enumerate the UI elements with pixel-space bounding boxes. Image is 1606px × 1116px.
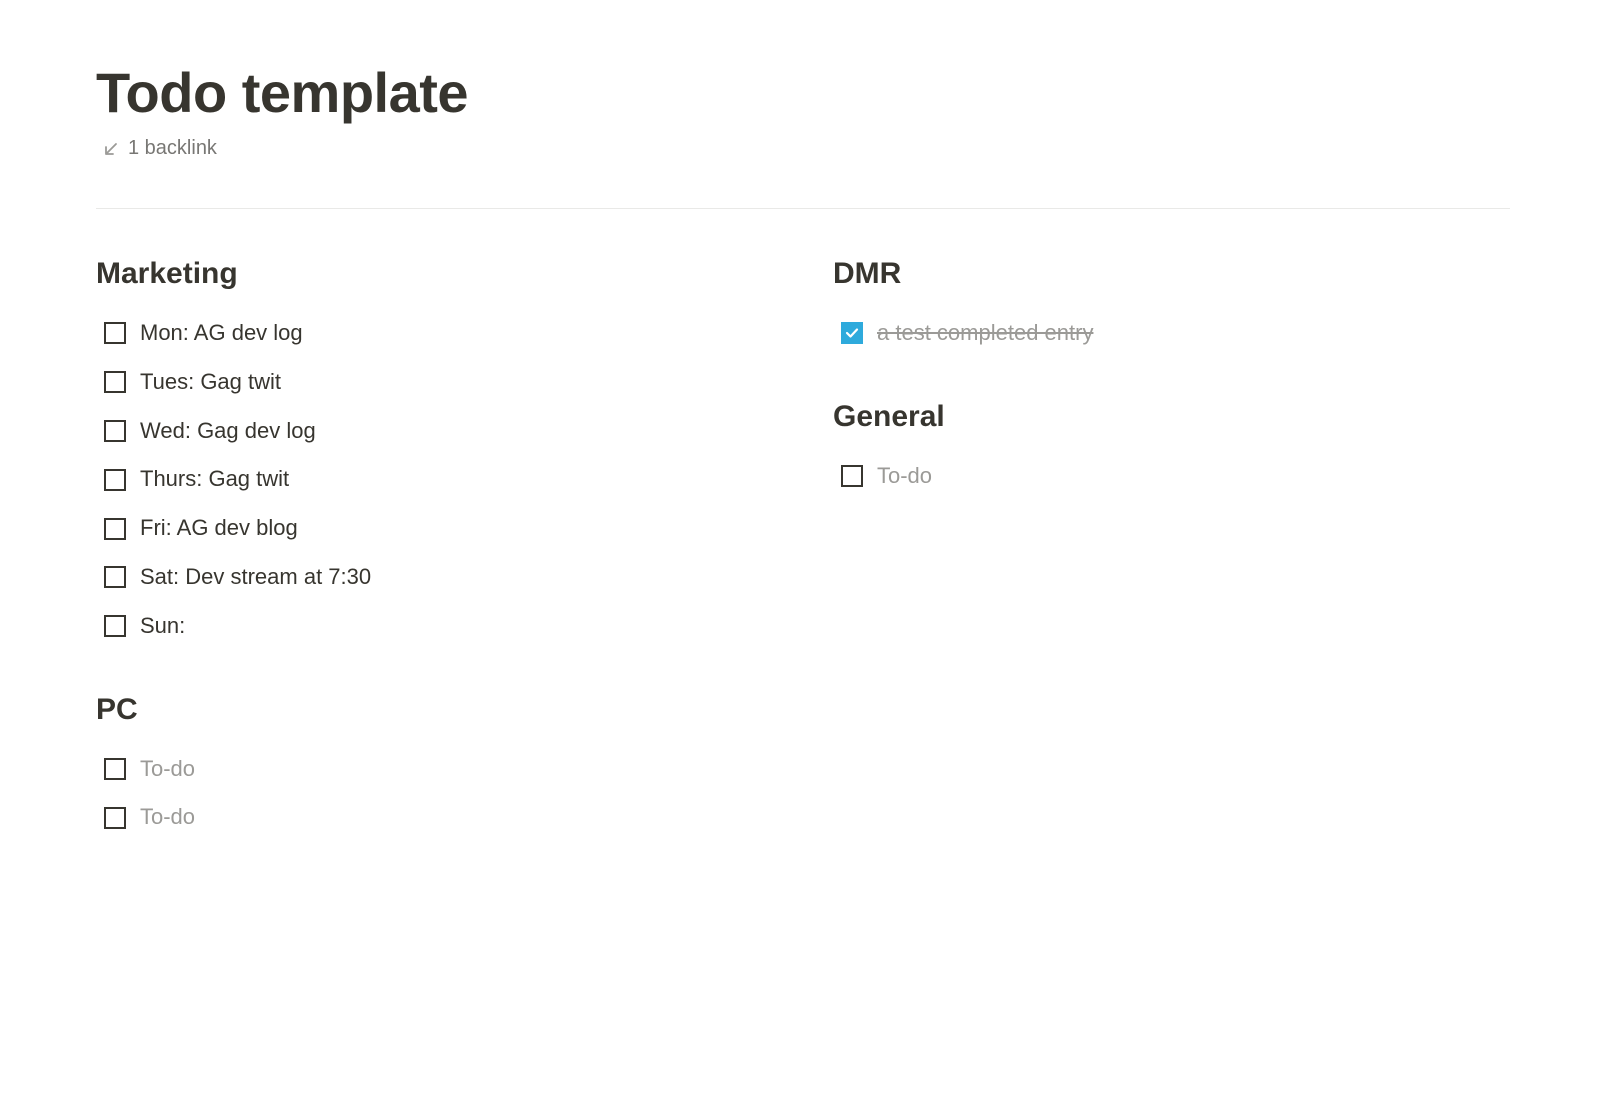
divider [96, 208, 1510, 209]
todo-label[interactable]: To-do [140, 802, 195, 833]
checkbox[interactable] [841, 322, 863, 344]
section-heading-marketing[interactable]: Marketing [96, 257, 773, 291]
checkbox[interactable] [104, 758, 126, 780]
checkbox[interactable] [104, 371, 126, 393]
left-column: Marketing Mon: AG dev log Tues: Gag twit… [96, 257, 773, 842]
todo-label[interactable]: a test completed entry [877, 318, 1093, 349]
todo-item: Sun: [96, 602, 773, 651]
backlink-row[interactable]: 1 backlink [96, 137, 1510, 160]
backlink-text: 1 backlink [128, 137, 217, 160]
todo-label[interactable]: Fri: AG dev blog [140, 513, 298, 544]
section-heading-pc[interactable]: PC [96, 693, 773, 727]
todo-item: Thurs: Gag twit [96, 455, 773, 504]
section-heading-dmr[interactable]: DMR [833, 257, 1510, 291]
todo-item: To-do [833, 452, 1510, 501]
checkbox[interactable] [104, 518, 126, 540]
todo-label[interactable]: To-do [140, 754, 195, 785]
todo-label[interactable]: Sat: Dev stream at 7:30 [140, 562, 371, 593]
checkbox[interactable] [104, 469, 126, 491]
todo-item: Mon: AG dev log [96, 309, 773, 358]
todo-label[interactable]: Mon: AG dev log [140, 318, 303, 349]
section-heading-general[interactable]: General [833, 400, 1510, 434]
checkbox[interactable] [104, 566, 126, 588]
todo-label[interactable]: To-do [877, 461, 932, 492]
todo-item: To-do [96, 793, 773, 842]
todo-item: Sat: Dev stream at 7:30 [96, 553, 773, 602]
checkbox[interactable] [104, 615, 126, 637]
page-title[interactable]: Todo template [96, 60, 1510, 125]
todo-label[interactable]: Tues: Gag twit [140, 367, 281, 398]
checkbox[interactable] [841, 465, 863, 487]
todo-item: Wed: Gag dev log [96, 407, 773, 456]
columns-container: Marketing Mon: AG dev log Tues: Gag twit… [96, 257, 1510, 842]
right-column: DMR a test completed entry General To-do [833, 257, 1510, 842]
todo-item: To-do [96, 745, 773, 794]
checkbox[interactable] [104, 807, 126, 829]
todo-label[interactable]: Wed: Gag dev log [140, 416, 316, 447]
todo-item: Fri: AG dev blog [96, 504, 773, 553]
todo-item: Tues: Gag twit [96, 358, 773, 407]
backlink-arrow-icon [102, 140, 120, 158]
todo-label[interactable]: Sun: [140, 611, 185, 642]
checkbox[interactable] [104, 322, 126, 344]
checkbox[interactable] [104, 420, 126, 442]
todo-item: a test completed entry [833, 309, 1510, 358]
todo-label[interactable]: Thurs: Gag twit [140, 464, 289, 495]
